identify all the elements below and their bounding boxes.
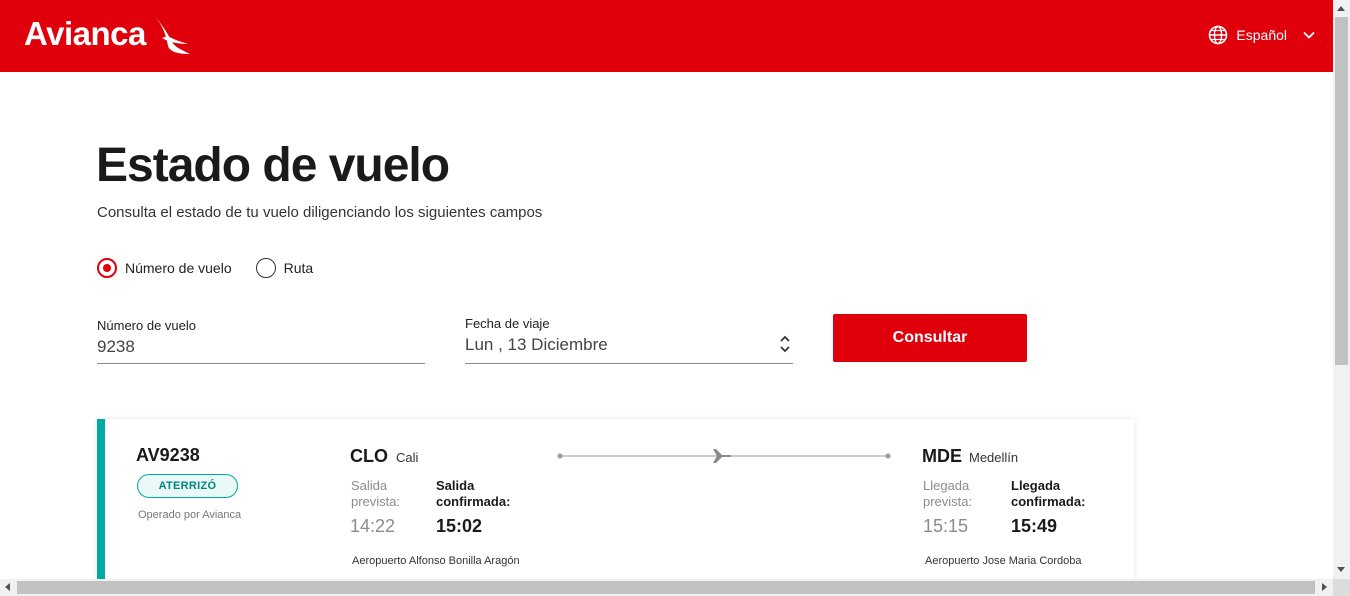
destination-scheduled-label: Llegada prevista: xyxy=(923,478,973,509)
radio-route[interactable]: Ruta xyxy=(255,258,314,278)
language-selector[interactable]: Español xyxy=(1208,25,1315,45)
destination-iata: MDE xyxy=(922,446,962,466)
origin-confirmed-time: 15:02 xyxy=(436,516,483,536)
origin-scheduled-label: Salida prevista: xyxy=(351,478,401,509)
radio-route-label: Ruta xyxy=(283,260,314,276)
top-navbar: Avianca Español xyxy=(0,0,1333,72)
page-subtitle: Consulta el estado de tu vuelo diligenci… xyxy=(97,204,543,221)
destination-confirmed-label: Llegada confirmada: xyxy=(1011,478,1086,509)
horizontal-scroll-thumb[interactable] xyxy=(17,581,1315,594)
chevron-down-icon xyxy=(1303,31,1315,39)
logo-text: Avianca xyxy=(24,15,146,52)
select-arrows-icon xyxy=(780,335,790,353)
radio-route-circle[interactable] xyxy=(255,258,276,278)
origin-confirmed-label: Salida confirmada: xyxy=(436,478,511,509)
destination-scheduled-time: 15:15 xyxy=(923,516,969,536)
radio-flight-number-label: Número de vuelo xyxy=(125,260,232,276)
horizontal-scrollbar[interactable] xyxy=(0,579,1333,596)
destination-airport: Aeropuerto Jose Maria Cordoba xyxy=(925,555,1082,567)
scrollbar-corner xyxy=(1333,579,1350,596)
flight-number-input[interactable]: 9238 xyxy=(97,337,425,357)
origin-airport: Aeropuerto Alfonso Bonilla Aragón xyxy=(352,555,520,567)
travel-date-field[interactable]: Fecha de viaje Lun , 13 Diciembre xyxy=(465,316,793,364)
route-line xyxy=(557,449,891,463)
page-title: Estado de vuelo xyxy=(96,139,450,192)
vertical-scrollbar[interactable] xyxy=(1333,0,1350,596)
travel-date-select[interactable]: Lun , 13 Diciembre xyxy=(465,335,793,355)
avianca-logo[interactable]: Avianca xyxy=(24,14,192,58)
status-badge: ATERRIZÓ xyxy=(137,474,238,498)
flight-number-label: Número de vuelo xyxy=(97,318,196,333)
page: Avianca Español Estado de vuelo Consulta… xyxy=(0,0,1350,596)
logo-bird-icon xyxy=(153,16,190,54)
travel-date-label: Fecha de viaje xyxy=(465,316,550,331)
flight-result-card[interactable]: AV9238 ATERRIZÓ Operado por Avianca CLO … xyxy=(97,419,1134,589)
scroll-down-arrow-icon[interactable] xyxy=(1337,567,1345,572)
radio-flight-number-circle[interactable] xyxy=(97,258,117,278)
destination-city: Medellín xyxy=(969,450,1019,465)
origin-scheduled-time: 14:22 xyxy=(350,516,396,536)
origin-iata: CLO xyxy=(350,446,388,466)
scroll-right-arrow-icon[interactable] xyxy=(1322,583,1327,591)
flight-number-field[interactable]: Número de vuelo 9238 xyxy=(97,318,425,364)
scroll-left-arrow-icon[interactable] xyxy=(5,583,10,591)
search-mode-radio-group: Número de vuelo Ruta xyxy=(97,258,337,278)
language-label: Español xyxy=(1236,27,1287,43)
status-accent-bar xyxy=(97,419,105,589)
vertical-scroll-thumb[interactable] xyxy=(1335,17,1348,365)
destination-header: MDE Medellín xyxy=(922,446,1018,467)
globe-icon xyxy=(1209,25,1228,45)
operator-text: Operado por Avianca xyxy=(138,509,242,521)
origin-city: Cali xyxy=(396,450,419,465)
scroll-up-arrow-icon[interactable] xyxy=(1337,6,1345,11)
consult-button[interactable]: Consultar xyxy=(833,314,1027,362)
radio-flight-number[interactable]: Número de vuelo xyxy=(97,258,232,278)
flight-code: AV9238 xyxy=(136,445,200,465)
destination-confirmed-time: 15:49 xyxy=(1011,516,1058,536)
origin-header: CLO Cali xyxy=(350,446,418,467)
